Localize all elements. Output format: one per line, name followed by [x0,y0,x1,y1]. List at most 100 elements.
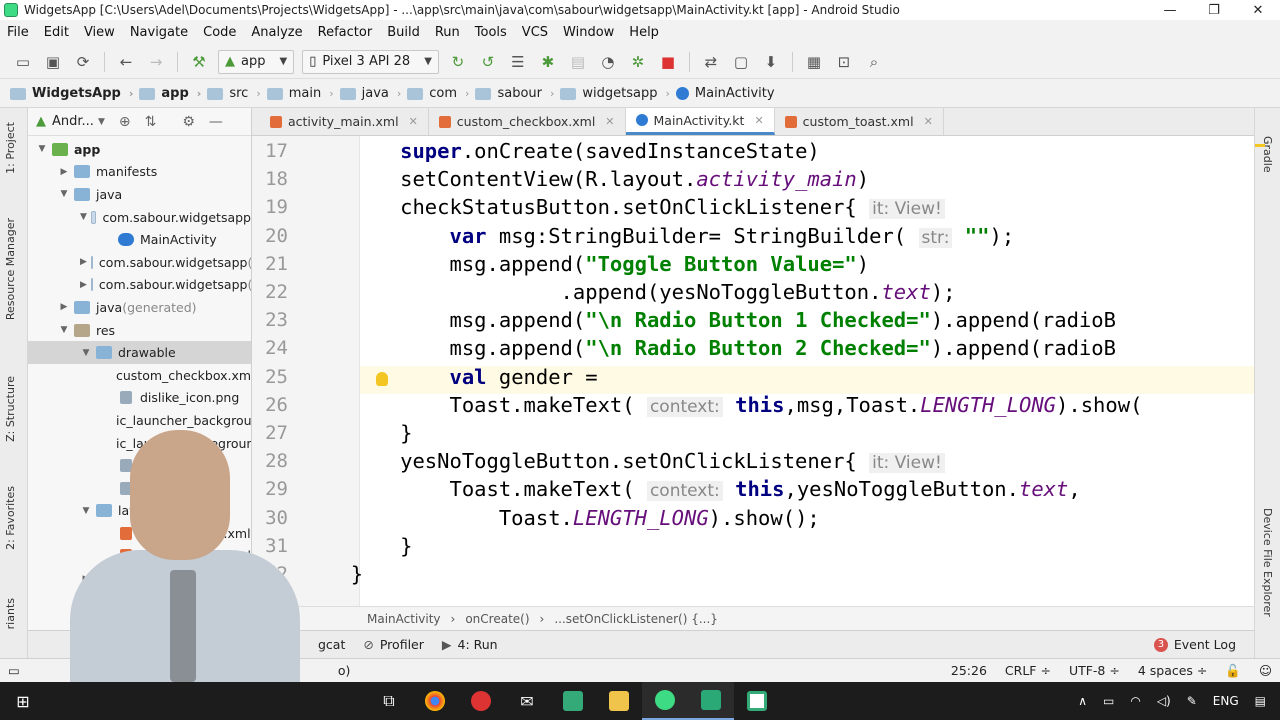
tree-item[interactable]: ▼ com.sabour.widgetsapp [28,206,251,229]
menu-build[interactable]: Build [380,25,428,40]
breadcrumb-item[interactable]: widgetsapp › [560,86,670,101]
expanded-arrow-icon[interactable]: ▼ [58,189,70,199]
layout-inspector-icon[interactable]: ⊡ [833,51,855,73]
tree-item[interactable]: ▼ java [28,183,251,206]
tree-item[interactable]: custom_checkbox.xml [28,364,251,387]
debug-bug-icon[interactable]: ✱ [537,51,559,73]
attach-process-icon[interactable]: ✲ [627,51,649,73]
mail-icon[interactable]: ✉ [504,682,550,720]
language-indicator[interactable]: ENG [1213,694,1239,708]
task-view-icon[interactable]: ⧉ [366,682,412,720]
hammer-build-icon[interactable]: ⚒ [188,51,210,73]
tree-item[interactable]: dislike_icon.png [28,387,251,410]
close-tab-icon[interactable]: ✕ [605,115,614,128]
inspector-icon[interactable]: ☺ [1259,663,1272,678]
apply-code-changes-icon[interactable]: ↺ [477,51,499,73]
chrome-icon[interactable] [412,682,458,720]
menu-help[interactable]: Help [622,25,667,40]
menu-edit[interactable]: Edit [37,25,77,40]
file-encoding[interactable]: UTF-8 ÷ [1069,663,1120,678]
breadcrumb-item[interactable]: main › [266,86,334,101]
run-config-select[interactable]: ▲ app ▼ [218,49,295,74]
project-structure-icon[interactable]: ▦ [803,51,825,73]
open-folder-icon[interactable]: ▭ [12,51,34,73]
device-select[interactable]: ▯ Pixel 3 API 28 ▼ [302,49,439,74]
menu-run[interactable]: Run [428,25,468,40]
menu-file[interactable]: File [0,25,37,40]
tree-item[interactable]: MainActivity [28,228,251,251]
sync-icon[interactable]: ⟳ [72,51,94,73]
breadcrumb-item[interactable]: com › [407,86,469,101]
breadcrumb-item[interactable]: sabour › [475,86,554,101]
pen-icon[interactable]: ✎ [1187,694,1197,708]
breadcrumb-item[interactable]: app › [139,86,201,101]
tree-item[interactable]: ▶ manifests [28,161,251,184]
expanded-arrow-icon[interactable]: ▼ [80,212,87,222]
close-tab-icon[interactable]: ✕ [754,114,763,127]
collapsed-arrow-icon[interactable]: ▶ [58,302,70,312]
tab-activity-main-xml[interactable]: activity_main.xml ✕ [260,108,429,135]
wifi-icon[interactable]: ◠ [1130,694,1140,708]
status-panel-icon[interactable]: ▭ [8,663,20,678]
tree-item[interactable]: ▶com.sabour.widgetsapp (a [28,251,251,274]
tab-favorites[interactable]: 2: Favorites [4,486,17,550]
search-icon[interactable]: ⌕ [863,51,885,73]
close-tab-icon[interactable]: ✕ [924,115,933,128]
breadcrumb-item[interactable]: java › [339,86,401,101]
tab-project[interactable]: 1: Project [4,122,17,174]
android-studio-task-icon[interactable] [642,682,688,720]
indent-setting[interactable]: 4 spaces ÷ [1138,663,1208,678]
tab-structure[interactable]: Z: Structure [4,376,17,442]
apply-changes-icon[interactable]: ↻ [447,51,469,73]
gradle-sync-icon[interactable]: ⇄ [700,51,722,73]
expanded-arrow-icon[interactable]: ▼ [58,325,70,335]
tab-resource-manager[interactable]: Resource Manager [4,218,17,320]
target-icon[interactable]: ⊕ [119,114,131,130]
tree-item[interactable]: ▼ res [28,319,251,342]
breadcrumb-item[interactable]: WidgetsApp › [10,86,133,101]
tool-window-profiler[interactable]: ⊘ Profiler [363,637,424,652]
minimize-button[interactable]: — [1148,0,1192,20]
camtasia-icon[interactable] [734,682,780,720]
tab-mainactivity-kt[interactable]: MainActivity.kt ✕ [625,108,775,135]
notification-icon[interactable]: ▤ [1255,694,1266,708]
event-log-button[interactable]: 3 Event Log [1153,637,1236,652]
menu-refactor[interactable]: Refactor [311,25,381,40]
restore-button[interactable]: ❐ [1192,0,1236,20]
run-list-icon[interactable]: ☰ [507,51,529,73]
tab-gradle[interactable]: Gradle [1261,136,1274,173]
profile-icon[interactable]: ◔ [597,51,619,73]
line-separator[interactable]: CRLF ÷ [1005,663,1051,678]
breadcrumb-item[interactable]: src › [207,86,261,101]
hide-icon[interactable]: — [209,114,223,130]
battery-icon[interactable]: ▭ [1103,694,1114,708]
tab-build-variants[interactable]: riants [4,598,17,629]
code-editor[interactable]: 17181920212223242526272829303132 super.o… [252,136,1254,606]
chevron-up-icon[interactable]: ∧ [1078,694,1087,708]
menu-code[interactable]: Code [196,25,244,40]
expanded-arrow-icon[interactable]: ▼ [36,144,48,154]
collapsed-arrow-icon[interactable]: ▶ [80,280,87,290]
close-button[interactable]: ✕ [1236,0,1280,20]
editor-crumb[interactable]: ...setOnClickListener() {...} [554,612,718,626]
tree-item[interactable]: ▶com.sabour.widgetsapp (t [28,274,251,297]
editor-crumb[interactable]: MainActivity [367,612,441,626]
menu-view[interactable]: View [77,25,123,40]
forward-arrow-icon[interactable]: → [145,51,167,73]
tool-window-4run[interactable]: ▶ 4: Run [442,637,498,652]
start-icon[interactable]: ⊞ [0,682,46,720]
back-arrow-icon[interactable]: ← [115,51,137,73]
tab-custom-checkbox-xml[interactable]: custom_checkbox.xml ✕ [429,108,626,135]
stop-icon[interactable]: ■ [657,51,679,73]
collapsed-arrow-icon[interactable]: ▶ [58,167,70,177]
collapse-icon[interactable]: ⇅ [145,114,157,130]
app-icon-green[interactable] [550,682,596,720]
menu-window[interactable]: Window [556,25,622,40]
tree-item[interactable]: ▶ java (generated) [28,296,251,319]
menu-analyze[interactable]: Analyze [244,25,310,40]
expanded-arrow-icon[interactable]: ▼ [80,348,92,358]
gear-icon[interactable]: ⚙ [182,114,195,130]
tree-item[interactable]: ▼ drawable [28,341,251,364]
vivaldi-icon[interactable] [458,682,504,720]
avd-manager-icon[interactable]: ▢ [730,51,752,73]
